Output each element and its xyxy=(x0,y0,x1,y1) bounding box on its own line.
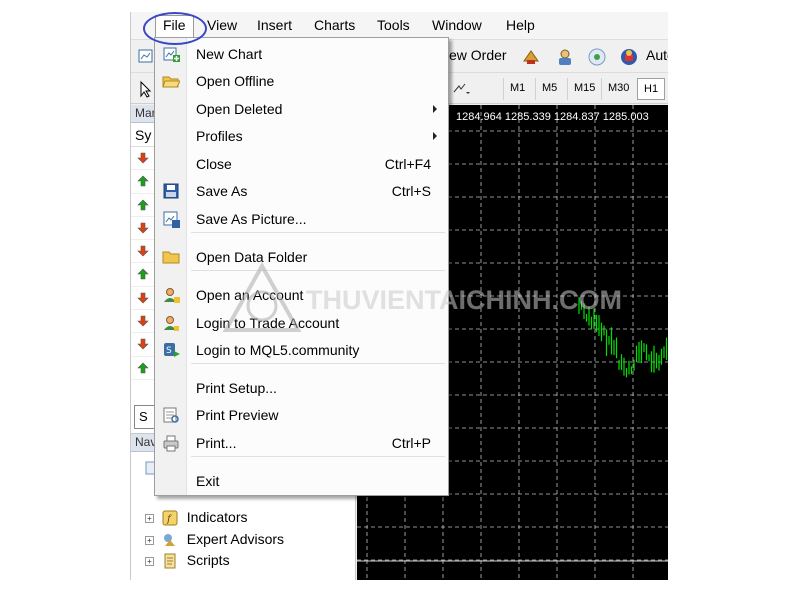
timeframe-m30-button[interactable]: M30 xyxy=(601,78,635,100)
menu-item-label: Login to MQL5.community xyxy=(196,342,360,358)
nav-item-label: Scripts xyxy=(186,552,230,568)
watermark-logo xyxy=(222,262,302,332)
menu-item-label: Exit xyxy=(196,473,220,489)
menu-item-print[interactable]: Print... Ctrl+P xyxy=(155,430,448,456)
menu-item-open-deleted[interactable]: Open Deleted xyxy=(155,96,448,122)
menu-item-shortcut: Ctrl+P xyxy=(391,435,431,451)
expert-advisors-icon xyxy=(163,534,175,547)
arrow-up-icon xyxy=(137,175,149,187)
menu-bar: File View Insert Charts Tools Window Hel… xyxy=(131,12,668,40)
menu-item-shortcut: Ctrl+F4 xyxy=(384,156,431,172)
menu-item-new-chart[interactable]: New Chart xyxy=(155,41,448,67)
ohlc-quotes: 1284.964 1285.339 1284.837 1285.003 xyxy=(456,111,649,123)
menu-item-label: Print... xyxy=(196,435,237,451)
print-preview-icon xyxy=(163,407,179,423)
scripts-icon xyxy=(164,553,176,569)
arrow-down-icon xyxy=(137,245,149,257)
mql5-login-icon: S xyxy=(164,343,180,357)
expand-icon[interactable]: + xyxy=(145,556,154,566)
svg-text:S: S xyxy=(166,346,172,356)
save-picture-icon xyxy=(163,211,180,228)
autotrading-button[interactable]: Auto xyxy=(646,47,668,63)
arrow-up-icon xyxy=(137,362,149,373)
signal-icon[interactable] xyxy=(587,47,607,67)
menu-item-label: Open Offline xyxy=(196,73,275,89)
expand-icon[interactable]: + xyxy=(145,535,154,545)
menu-file[interactable]: File xyxy=(155,15,194,39)
menu-separator xyxy=(191,456,445,457)
menu-item-label: Open Deleted xyxy=(196,101,283,117)
watermark-text: THUVIENTAICHINH.COM xyxy=(306,285,622,315)
account-icon[interactable] xyxy=(555,47,575,67)
menu-separator xyxy=(191,363,445,364)
submenu-arrow-icon xyxy=(433,105,437,113)
menu-item-label: Close xyxy=(196,156,232,172)
expert-advisor-icon[interactable] xyxy=(521,47,541,67)
menu-window[interactable]: Window xyxy=(428,17,486,33)
menu-item-exit[interactable]: Exit xyxy=(155,468,448,494)
menu-item-label: Print Setup... xyxy=(196,380,277,396)
nav-item-scripts[interactable]: + Scripts xyxy=(145,552,230,572)
menu-item-print-setup[interactable]: Print Setup... xyxy=(155,375,448,401)
arrow-up-icon xyxy=(137,199,149,210)
menu-item-label: Print Preview xyxy=(196,407,279,423)
arrow-down-icon xyxy=(137,339,149,350)
menu-item-label: Profiles xyxy=(196,128,243,144)
arrow-down-icon xyxy=(137,222,149,234)
autotrading-icon[interactable] xyxy=(619,47,639,67)
arrow-up-icon xyxy=(137,269,149,280)
menu-item-label: New Chart xyxy=(196,46,263,62)
arrow-down-icon xyxy=(137,152,149,164)
menu-item-print-preview[interactable]: Print Preview xyxy=(155,402,448,428)
arrow-down-icon xyxy=(137,315,149,327)
menu-item-profiles[interactable]: Profiles xyxy=(155,123,448,149)
nav-item-expert-advisors[interactable]: + Expert Advisors xyxy=(145,531,284,551)
menu-tools[interactable]: Tools xyxy=(373,17,414,33)
menu-item-login-to-mql5-community[interactable]: S Login to MQL5.community xyxy=(155,337,448,363)
nav-item-label: Expert Advisors xyxy=(186,531,285,547)
menu-item-label: Save As xyxy=(196,183,248,199)
floppy-disk-icon xyxy=(163,183,179,199)
expand-icon[interactable]: + xyxy=(145,513,154,523)
timeframe-h1-button[interactable]: H1 xyxy=(637,78,666,100)
indicators-icon: f xyxy=(162,510,178,526)
submenu-arrow-icon xyxy=(433,132,437,140)
add-user-icon xyxy=(164,288,180,303)
line-tools-icon[interactable] xyxy=(451,80,471,100)
menu-item-shortcut: Ctrl+S xyxy=(391,183,431,199)
menu-item-save-as-picture[interactable]: Save As Picture... xyxy=(155,206,448,232)
timeframe-m15-button[interactable]: M15 xyxy=(567,78,601,100)
menu-insert[interactable]: Insert xyxy=(253,17,296,33)
timeframe-m5-button[interactable]: M5 xyxy=(535,78,563,100)
menu-item-save-as[interactable]: Save As Ctrl+S xyxy=(155,178,448,204)
new-chart-icon xyxy=(163,47,180,62)
menu-item-open-offline[interactable]: Open Offline xyxy=(155,68,448,94)
printer-icon xyxy=(163,435,179,452)
folder-open-icon xyxy=(162,76,180,88)
timeframe-m1-button[interactable]: M1 xyxy=(503,78,531,100)
nav-item-indicators[interactable]: + f Indicators xyxy=(145,509,247,529)
menu-separator xyxy=(191,232,445,233)
menu-item-close[interactable]: Close Ctrl+F4 xyxy=(155,151,448,177)
menu-view[interactable]: View xyxy=(203,17,241,33)
user-login-icon xyxy=(164,316,179,331)
new-order-button[interactable]: ew Order xyxy=(449,47,507,63)
menu-item-label: Save As Picture... xyxy=(196,211,307,227)
menu-help[interactable]: Help xyxy=(502,17,539,33)
nav-item-label: Indicators xyxy=(186,509,248,525)
arrow-down-icon xyxy=(137,292,149,304)
menu-charts[interactable]: Charts xyxy=(310,17,359,33)
folder-icon xyxy=(162,251,180,264)
cursor-icon[interactable] xyxy=(135,79,155,99)
